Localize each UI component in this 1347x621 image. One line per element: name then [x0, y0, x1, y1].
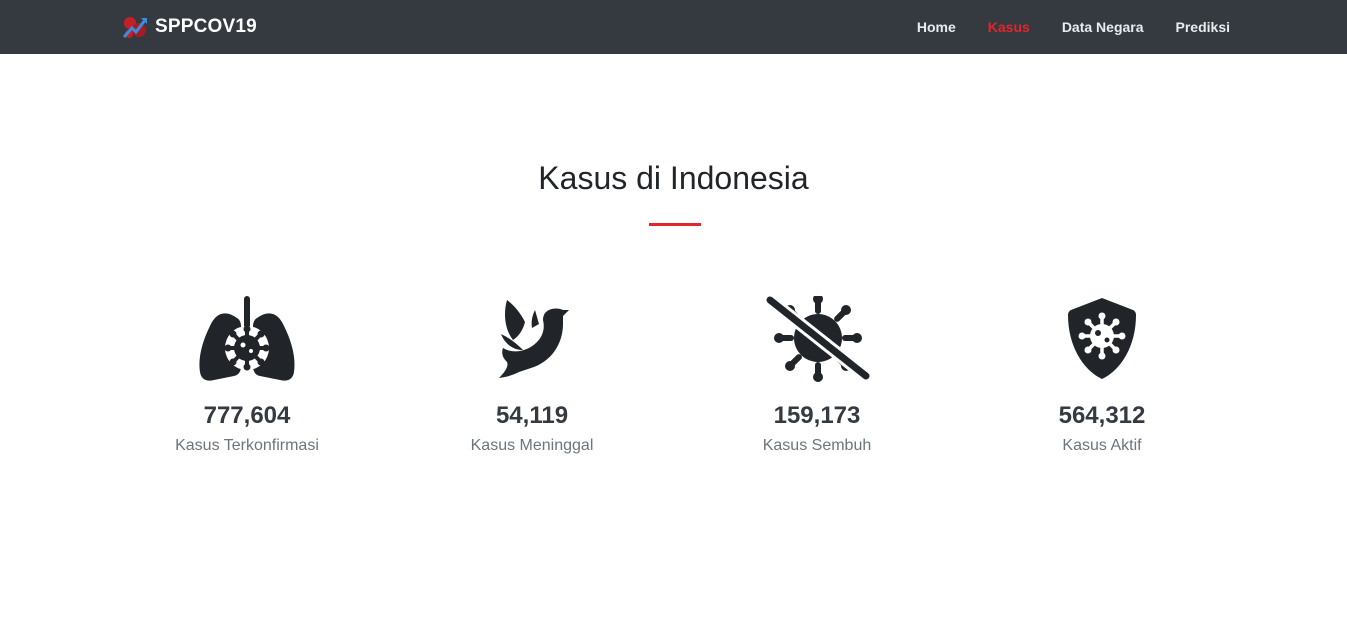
- navbar: SPPCOV19 Home Kasus Data Negara Prediksi: [0, 0, 1347, 54]
- brand-link[interactable]: SPPCOV19: [121, 12, 257, 42]
- title-divider: [649, 223, 701, 226]
- nav-prediksi[interactable]: Prediksi: [1176, 19, 1230, 35]
- dove-icon: [499, 300, 569, 378]
- lungs-virus-icon: [199, 296, 295, 381]
- virus-slash-icon: [763, 296, 872, 382]
- stat-confirmed: 777,604 Kasus Terkonfirmasi: [127, 296, 367, 456]
- main-nav: Home Kasus Data Negara Prediksi: [885, 0, 1230, 54]
- stat-value: 54,119: [495, 402, 569, 429]
- stat-label: Kasus Aktif: [1062, 437, 1142, 454]
- shield-virus-icon: [1068, 298, 1136, 379]
- stat-active: 564,312 Kasus Aktif: [982, 296, 1222, 456]
- stat-value: 159,173: [773, 402, 861, 429]
- nav-data-negara[interactable]: Data Negara: [1062, 19, 1144, 35]
- stat-label: Kasus Meninggal: [470, 437, 594, 454]
- page-title: Kasus di Indonesia: [538, 160, 809, 196]
- brand-logo-icon: [121, 13, 149, 41]
- brand-name: SPPCOV19: [155, 16, 257, 37]
- stat-label: Kasus Terkonfirmasi: [175, 437, 319, 454]
- stat-recovered: 159,173 Kasus Sembuh: [697, 296, 937, 456]
- stat-value: 777,604: [203, 402, 291, 429]
- stat-deaths: 54,119 Kasus Meninggal: [412, 296, 652, 456]
- nav-home[interactable]: Home: [917, 19, 956, 35]
- stat-label: Kasus Sembuh: [762, 437, 872, 454]
- stat-value: 564,312: [1058, 402, 1146, 429]
- nav-kasus[interactable]: Kasus: [988, 19, 1030, 35]
